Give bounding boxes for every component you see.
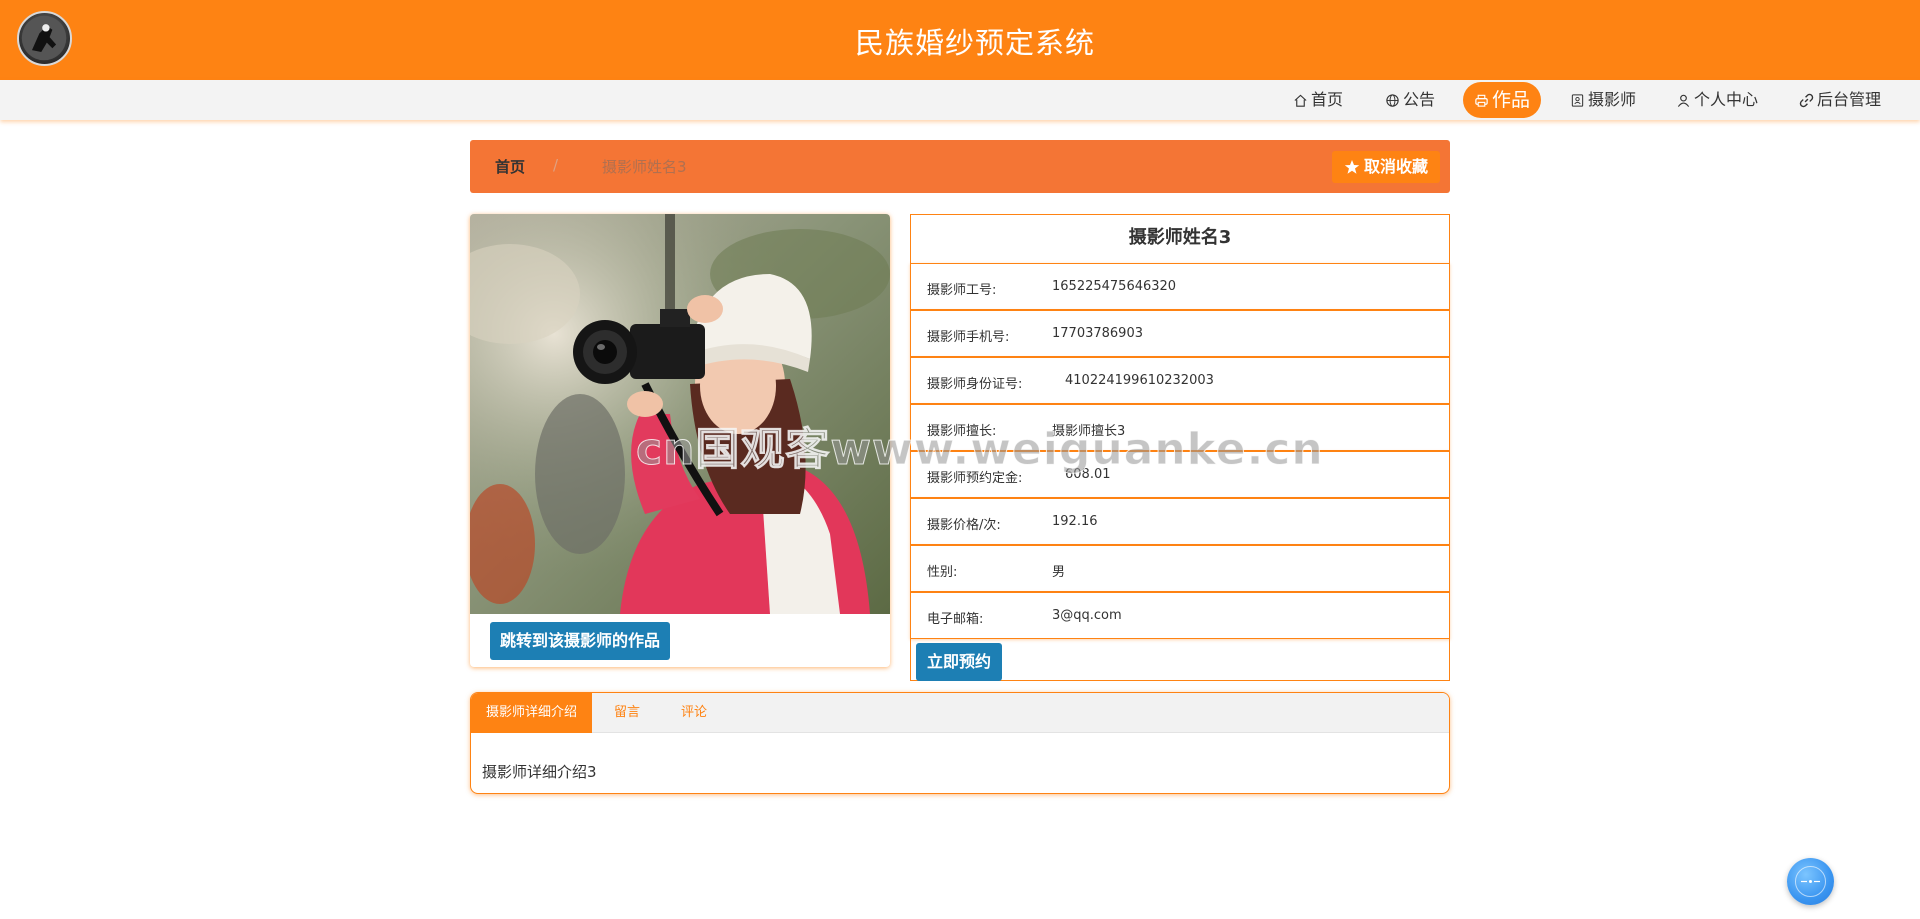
assistant-icon	[1795, 866, 1826, 897]
info-value: 17703786903	[1052, 326, 1143, 341]
nav-notice[interactable]: 公告	[1385, 80, 1435, 120]
info-label: 摄影师擅长:	[927, 424, 997, 439]
info-value: 608.01	[1065, 467, 1111, 482]
floating-assistant-button[interactable]	[1787, 858, 1834, 905]
photographer-photo-card: 跳转到该摄影师的作品	[470, 214, 890, 667]
detail-tabs: 摄影师详细介绍 留言 评论 摄影师详细介绍3	[470, 692, 1450, 794]
nav-photographer[interactable]: 摄影师	[1570, 80, 1636, 120]
nav-home[interactable]: 首页	[1293, 80, 1343, 120]
nav-works[interactable]: 作品	[1463, 82, 1542, 118]
info-row-price: 摄影价格/次: 192.16	[910, 498, 1450, 545]
main-nav: 首页 公告 作品 摄影师 个人中心 后台管理	[0, 80, 1920, 120]
info-value: 3@qq.com	[1052, 608, 1122, 623]
info-row-employee-id: 摄影师工号: 165225475646320	[910, 263, 1450, 310]
info-value: 摄影师擅长3	[1052, 424, 1126, 439]
printer-icon	[1475, 94, 1488, 107]
breadcrumb-current: 摄影师姓名3	[602, 158, 687, 176]
nav-user-center[interactable]: 个人中心	[1676, 80, 1758, 120]
nav-admin[interactable]: 后台管理	[1799, 80, 1881, 120]
info-row-deposit: 摄影师预约定金: 608.01	[910, 451, 1450, 498]
tab-content-text: 摄影师详细介绍3	[482, 763, 597, 781]
breadcrumb: 首页 / 摄影师姓名3 取消收藏	[470, 140, 1450, 193]
info-row-gender: 性别: 男	[910, 545, 1450, 592]
id-card-icon	[1571, 93, 1584, 107]
cancel-favorite-button[interactable]: 取消收藏	[1331, 151, 1440, 183]
nav-home-label: 首页	[1311, 90, 1344, 109]
info-row-phone: 摄影师手机号: 17703786903	[910, 310, 1450, 357]
info-label: 摄影师工号:	[927, 283, 997, 298]
book-now-button[interactable]: 立即预约	[916, 643, 1003, 681]
info-value: 410224199610232003	[1065, 373, 1214, 388]
info-value: 男	[1052, 565, 1066, 580]
nav-admin-label: 后台管理	[1817, 90, 1882, 109]
site-title: 民族婚纱预定系统	[854, 26, 1095, 60]
globe-icon	[1386, 93, 1399, 107]
nav-photographer-label: 摄影师	[1588, 90, 1637, 109]
nav-notice-label: 公告	[1403, 90, 1436, 109]
nav-user-center-label: 个人中心	[1694, 90, 1759, 109]
cancel-favorite-label: 取消收藏	[1363, 157, 1428, 176]
home-icon	[1294, 94, 1307, 107]
info-label: 摄影师预约定金:	[927, 471, 1023, 486]
info-value: 165225475646320	[1052, 279, 1177, 294]
photographer-image	[470, 214, 890, 614]
info-label: 电子邮箱:	[927, 612, 984, 627]
star-icon	[1344, 160, 1360, 174]
info-label: 摄影师身份证号:	[927, 377, 1023, 392]
info-label: 摄影价格/次:	[927, 518, 1001, 533]
tab-detail-intro[interactable]: 摄影师详细介绍	[471, 693, 593, 733]
nav-works-label: 作品	[1492, 89, 1531, 111]
tabs-header: 摄影师详细介绍 留言 评论	[471, 693, 1449, 733]
link-icon	[1799, 93, 1814, 107]
breadcrumb-home[interactable]: 首页	[495, 156, 525, 177]
info-row-specialty: 摄影师擅长: 摄影师擅长3	[910, 404, 1450, 451]
info-row-email: 电子邮箱: 3@qq.com	[910, 592, 1450, 639]
info-value: 192.16	[1052, 514, 1098, 529]
info-label: 摄影师手机号:	[927, 330, 1010, 345]
photographer-photo	[470, 214, 890, 614]
info-label: 性别:	[927, 565, 958, 580]
view-works-button[interactable]: 跳转到该摄影师的作品	[490, 622, 671, 660]
breadcrumb-separator: /	[553, 156, 559, 174]
photographer-name-title: 摄影师姓名3	[1128, 227, 1232, 248]
info-row-id-number: 摄影师身份证号: 410224199610232003	[910, 357, 1450, 404]
top-header: 民族婚纱预定系统	[0, 0, 1920, 80]
user-icon	[1677, 94, 1690, 107]
photographer-info-panel: 摄影师姓名3 摄影师工号: 165225475646320 摄影师手机号: 17…	[910, 214, 1450, 681]
tab-comments[interactable]: 评论	[666, 693, 722, 733]
tab-messages[interactable]: 留言	[599, 693, 655, 733]
